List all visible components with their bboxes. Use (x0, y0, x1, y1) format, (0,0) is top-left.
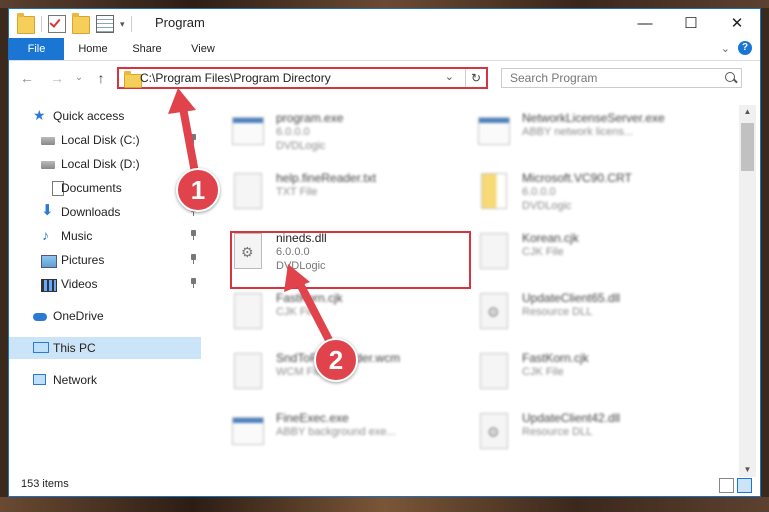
step-badge-2: 2 (314, 338, 358, 382)
arrow-1-icon (168, 88, 200, 182)
annotation-arrows (168, 88, 334, 346)
arrow-2-icon (284, 264, 334, 346)
step-badge-1: 1 (176, 168, 220, 212)
